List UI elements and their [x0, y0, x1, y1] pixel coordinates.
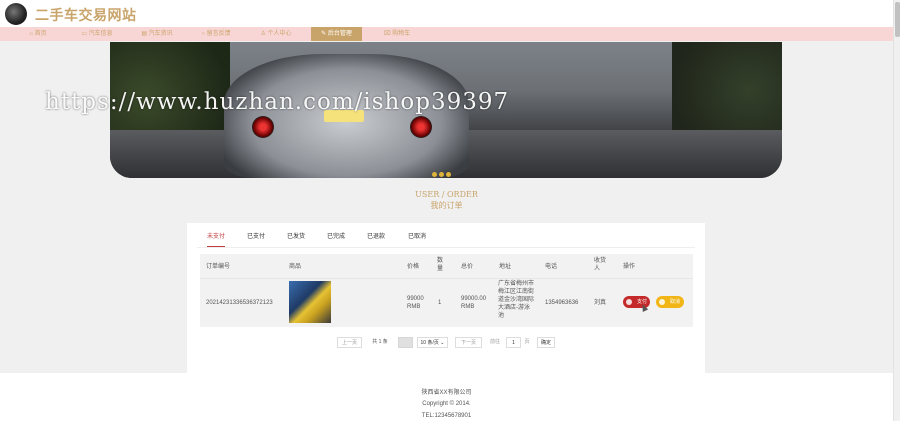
- car-taillight: [252, 116, 274, 138]
- section-title-en: USER / ORDER: [415, 190, 478, 199]
- site-title[interactable]: 二手车交易网站: [35, 5, 137, 25]
- order-table: 订单编号 商品 价格 数量 总价 地址 电话 收货人 操作 2021423133…: [200, 254, 693, 327]
- section-title-cn: 我的订单: [430, 201, 463, 210]
- watermark-text: https://www.huzhan.com/ishop39397: [45, 89, 510, 115]
- chevron-down-icon: ⌄: [440, 340, 445, 346]
- cell-total: 99000.00 RMB: [461, 296, 487, 310]
- nav-car-info[interactable]: ▭ 汽车信息: [76, 27, 118, 41]
- col-header-phone: 电话: [545, 264, 558, 270]
- col-header-product: 商品: [289, 264, 302, 270]
- nav-feedback[interactable]: ○ 留言反馈: [195, 27, 237, 41]
- col-header-qty: 数量: [437, 258, 444, 272]
- total-count: 共 1 条: [372, 339, 388, 345]
- col-header-actions: 操作: [623, 264, 636, 270]
- tab-cancelled[interactable]: 已取消: [408, 231, 426, 247]
- site-header: 二手车交易网站: [0, 0, 893, 27]
- tab-unpaid[interactable]: 未支付: [207, 231, 226, 247]
- cell-receiver: 刘真: [594, 300, 607, 306]
- nav-label: 后台管理: [327, 31, 352, 37]
- page-unit-label: 页: [524, 339, 530, 345]
- page-size-select[interactable]: 10 条/页 ⌄: [417, 337, 448, 348]
- cancel-button[interactable]: 取消: [656, 296, 684, 308]
- order-card: 未支付 已支付 已发货 已完成 已退款 已取消 订单编号 商品 价格 数量 总价…: [187, 223, 705, 373]
- nav-admin[interactable]: ✎ 后台管理: [311, 27, 362, 41]
- confirm-page-button[interactable]: 确定: [537, 337, 555, 348]
- col-header-price: 价格: [407, 264, 420, 270]
- prev-page-button[interactable]: 上一页: [337, 337, 362, 348]
- banner-car-image: [224, 54, 469, 178]
- cell-phone: 1354963636: [545, 300, 579, 306]
- product-thumbnail[interactable]: [289, 281, 331, 323]
- tab-paid[interactable]: 已支付: [247, 231, 265, 247]
- nav-cart[interactable]: ⌧ 购物车: [380, 27, 414, 41]
- tab-refunded[interactable]: 已退款: [367, 231, 385, 247]
- nav-label: 汽车信息: [88, 31, 113, 37]
- nav-label: 留言反馈: [206, 31, 231, 37]
- nav-label: 汽车资讯: [148, 31, 173, 37]
- cell-order-no: 20214231336536372123: [206, 300, 273, 306]
- nav-label: 购物车: [392, 31, 411, 37]
- page-scrollbar[interactable]: [893, 0, 900, 421]
- col-header-order-no: 订单编号: [206, 264, 231, 270]
- page-input[interactable]: 1: [506, 337, 521, 348]
- table-divider: [200, 278, 693, 279]
- goto-label: 前往: [489, 339, 500, 345]
- page-size-value: 10 条/页: [420, 340, 439, 346]
- col-header-total: 总价: [461, 264, 474, 270]
- site-logo[interactable]: [5, 3, 27, 25]
- cell-qty: 1: [438, 300, 442, 306]
- tab-shipped[interactable]: 已发货: [287, 231, 305, 247]
- page-number-button[interactable]: [398, 337, 413, 348]
- col-header-address: 地址: [499, 264, 512, 270]
- nav-label: 个人中心: [267, 31, 292, 37]
- tab-completed[interactable]: 已完成: [327, 231, 345, 247]
- footer-copyright: Copyright © 2014.: [422, 401, 471, 407]
- main-nav: ⌂ 首页 ▭ 汽车信息 ▤ 汽车资讯 ○ 留言反馈 ♙ 个人中心 ✎ 后台管理 …: [0, 27, 893, 41]
- footer-company: 陕西省XX有限公司: [421, 390, 472, 396]
- car-taillight: [410, 116, 432, 138]
- tab-underline: [197, 247, 695, 248]
- nav-label: 首页: [34, 31, 47, 37]
- nav-home[interactable]: ⌂ 首页: [20, 27, 56, 41]
- nav-user-center[interactable]: ♙ 个人中心: [255, 27, 297, 41]
- site-footer: 陕西省XX有限公司 Copyright © 2014. TEL:12345678…: [0, 373, 893, 421]
- carousel-dots[interactable]: [432, 164, 453, 178]
- cell-address: 广东省梅州市梅江区江南街道金沙湾国际大酒店-游泳池: [498, 281, 535, 319]
- col-header-receiver: 收货人: [594, 258, 607, 272]
- next-page-button[interactable]: 下一页: [455, 337, 482, 348]
- footer-tel: TEL:12345678901: [421, 413, 472, 419]
- nav-car-news[interactable]: ▤ 汽车资讯: [136, 27, 178, 41]
- pagination: 上一页 共 1 条 10 条/页 ⌄ 下一页 前往 1 页 确定: [187, 337, 705, 349]
- scrollbar-thumb[interactable]: [895, 2, 900, 37]
- cell-price: 99000 RMB: [407, 296, 424, 310]
